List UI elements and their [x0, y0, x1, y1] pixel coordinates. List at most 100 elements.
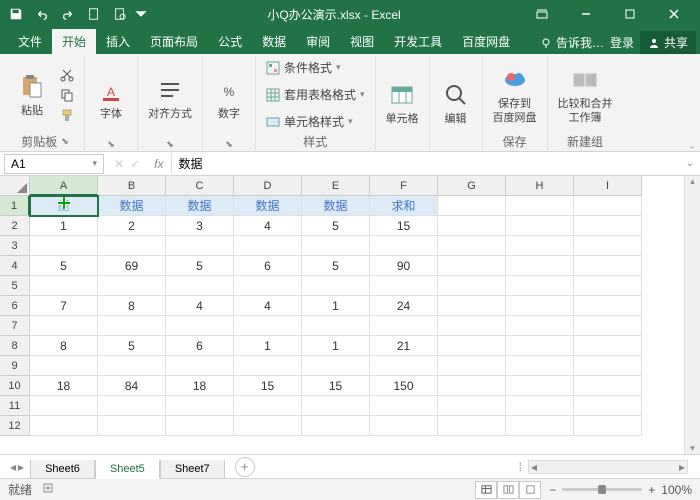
table-format-button[interactable]: 套用表格格式▾ — [262, 85, 369, 104]
cell[interactable] — [234, 316, 302, 336]
cell[interactable]: 8 — [30, 336, 98, 356]
qat-dropdown-icon[interactable] — [134, 2, 148, 26]
cell[interactable]: 4 — [234, 216, 302, 236]
row-header[interactable]: 3 — [0, 236, 30, 256]
cell[interactable] — [370, 416, 438, 436]
cell[interactable]: 4 — [166, 296, 234, 316]
font-button[interactable]: A字体 — [91, 72, 131, 123]
cell[interactable] — [438, 376, 506, 396]
save-baidu-button[interactable]: 保存到 百度网盘 — [489, 62, 541, 126]
column-header[interactable]: B — [98, 176, 166, 196]
collapse-ribbon-icon[interactable]: ˇ — [691, 146, 694, 157]
cell[interactable] — [574, 376, 642, 396]
cell[interactable] — [574, 416, 642, 436]
cell[interactable] — [98, 356, 166, 376]
cell[interactable] — [438, 296, 506, 316]
cell[interactable]: 4 — [234, 296, 302, 316]
cell[interactable] — [30, 356, 98, 376]
cell[interactable]: 数据 — [302, 196, 370, 216]
cell[interactable] — [302, 416, 370, 436]
cell[interactable] — [370, 396, 438, 416]
alignment-button[interactable]: 对齐方式 — [144, 72, 196, 123]
dialog-launcher-icon[interactable]: ⬊ — [107, 139, 115, 150]
cell[interactable]: 1 — [30, 216, 98, 236]
editing-button[interactable]: 编辑 — [436, 77, 476, 128]
row-header[interactable]: 11 — [0, 396, 30, 416]
cell[interactable]: 3 — [166, 216, 234, 236]
cell[interactable]: 求和 — [370, 196, 438, 216]
cell[interactable]: 1 — [234, 336, 302, 356]
conditional-format-button[interactable]: 条件格式▾ — [262, 58, 369, 77]
tab-developer[interactable]: 开发工具 — [384, 29, 452, 54]
cell[interactable] — [30, 236, 98, 256]
cell[interactable]: 数据 — [98, 196, 166, 216]
cell[interactable]: 90 — [370, 256, 438, 276]
cell[interactable]: 6 — [166, 336, 234, 356]
tab-file[interactable]: 文件 — [8, 29, 52, 54]
redo-icon[interactable] — [56, 2, 80, 26]
cell[interactable] — [574, 216, 642, 236]
cell[interactable] — [302, 236, 370, 256]
cell[interactable] — [30, 396, 98, 416]
cell[interactable] — [302, 396, 370, 416]
cell[interactable] — [166, 416, 234, 436]
cell[interactable] — [506, 256, 574, 276]
cell[interactable] — [506, 236, 574, 256]
cell-styles-button[interactable]: 单元格样式▾ — [262, 112, 369, 131]
cell[interactable] — [438, 256, 506, 276]
cell[interactable]: 15 — [370, 216, 438, 236]
cell[interactable] — [166, 316, 234, 336]
cell[interactable] — [234, 396, 302, 416]
dialog-launcher-icon[interactable]: ⬊ — [61, 136, 69, 147]
vertical-scrollbar[interactable] — [684, 176, 700, 454]
row-header[interactable]: 10 — [0, 376, 30, 396]
dialog-launcher-icon[interactable]: ⬊ — [166, 139, 174, 150]
formula-input[interactable]: 数据 — [171, 153, 663, 174]
cell[interactable] — [506, 376, 574, 396]
cell[interactable] — [30, 316, 98, 336]
cell[interactable] — [166, 276, 234, 296]
cell[interactable]: 1 — [302, 296, 370, 316]
tell-me[interactable]: 告诉我… — [540, 34, 604, 51]
cell[interactable] — [166, 396, 234, 416]
cell[interactable] — [370, 316, 438, 336]
column-header[interactable]: G — [438, 176, 506, 196]
cell[interactable]: 21 — [370, 336, 438, 356]
cell[interactable] — [98, 316, 166, 336]
save-icon[interactable] — [4, 2, 28, 26]
cell[interactable]: 7 — [30, 296, 98, 316]
cell[interactable] — [506, 216, 574, 236]
fx-icon[interactable]: fx — [146, 157, 171, 171]
format-painter-button[interactable] — [56, 107, 78, 123]
cell[interactable] — [574, 196, 642, 216]
share-button[interactable]: 共享 — [640, 31, 696, 54]
cell[interactable]: 5 — [302, 256, 370, 276]
cell[interactable] — [506, 396, 574, 416]
cell[interactable]: 5 — [30, 256, 98, 276]
tab-data[interactable]: 数据 — [252, 29, 296, 54]
normal-view-icon[interactable] — [475, 481, 497, 499]
paste-button[interactable]: 粘贴 — [12, 69, 52, 120]
cell[interactable] — [438, 216, 506, 236]
cell[interactable]: 8 — [98, 296, 166, 316]
cell[interactable] — [302, 356, 370, 376]
cell[interactable] — [234, 416, 302, 436]
cell[interactable] — [506, 296, 574, 316]
column-header[interactable]: H — [506, 176, 574, 196]
tab-baidu[interactable]: 百度网盘 — [452, 29, 520, 54]
cell[interactable]: 24 — [370, 296, 438, 316]
cell[interactable] — [234, 356, 302, 376]
number-button[interactable]: %数字 — [209, 72, 249, 123]
cell[interactable] — [438, 356, 506, 376]
cell[interactable]: 5 — [302, 216, 370, 236]
cell[interactable] — [370, 236, 438, 256]
cell[interactable]: 5 — [98, 336, 166, 356]
cell[interactable] — [30, 276, 98, 296]
cell[interactable] — [574, 236, 642, 256]
cell[interactable] — [30, 416, 98, 436]
cell[interactable] — [574, 316, 642, 336]
cell[interactable]: 18 — [30, 376, 98, 396]
select-all-corner[interactable] — [0, 176, 30, 196]
cell[interactable] — [302, 276, 370, 296]
ribbon-options-icon[interactable] — [520, 0, 564, 28]
